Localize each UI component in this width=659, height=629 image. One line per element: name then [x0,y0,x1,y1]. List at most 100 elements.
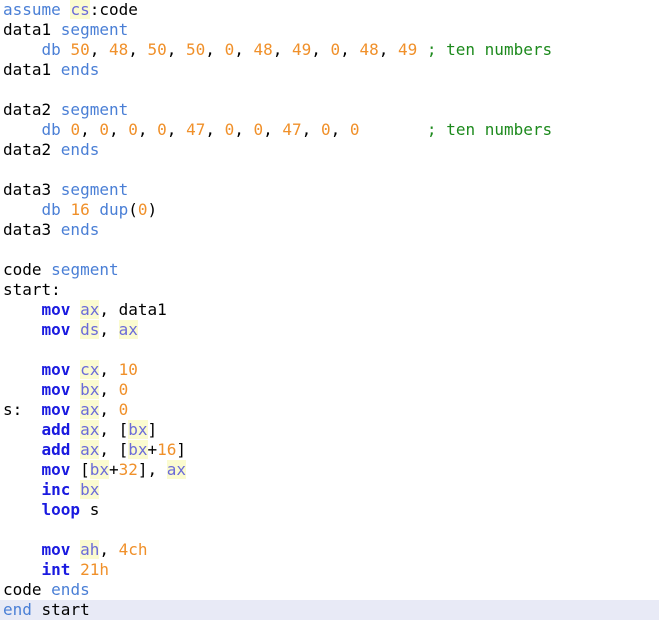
instruction-token: mov [41,380,71,399]
code-line[interactable]: add ax, [bx+16] [0,440,659,460]
code-line[interactable]: data3 ends [0,220,659,240]
keyword-token: ends [51,580,90,599]
register-token: bx [89,460,109,479]
code-line[interactable]: mov bx, 0 [0,380,659,400]
code-line[interactable]: db 16 dup(0) [0,200,659,220]
instruction-token: mov [41,360,71,379]
text-token: [ [70,460,90,479]
code-line[interactable]: int 21h [0,560,659,580]
register-token: bx [128,420,148,439]
number-token: 0 [320,120,331,139]
code-line[interactable] [0,80,659,100]
code-line[interactable] [0,340,659,360]
code-line[interactable]: data2 ends [0,140,659,160]
register-token: bx [80,380,100,399]
code-line[interactable]: s: mov ax, 0 [0,400,659,420]
code-line[interactable]: data1 ends [0,60,659,80]
code-line[interactable]: mov cx, 10 [0,360,659,380]
number-token: 48 [359,40,379,59]
number-token: 0 [224,40,235,59]
text-token: , [108,120,129,139]
register-token: cx [80,360,100,379]
code-line[interactable]: mov ah, 4ch [0,540,659,560]
text-token: , [99,320,119,339]
number-token: 0 [99,120,109,139]
text-token: , [ [99,420,129,439]
code-line[interactable]: data1 segment [0,20,659,40]
code-line[interactable]: mov ax, data1 [0,300,659,320]
text-token: , [137,120,158,139]
code-line[interactable] [0,240,659,260]
text-token: data2 [3,100,61,119]
code-line-current[interactable]: end start [0,600,659,620]
text-token: , [166,40,187,59]
instruction-token: mov [41,300,71,319]
text-token: ] [176,440,187,459]
code-line[interactable] [0,520,659,540]
register-token: ax [118,320,138,339]
code-line[interactable]: db 0, 0, 0, 0, 47, 0, 0, 47, 0, 0 ; ten … [0,120,659,140]
code-line[interactable]: mov [bx+32], ax [0,460,659,480]
code-line[interactable]: start: [0,280,659,300]
text-token: , [99,380,119,399]
text-token: , [330,120,350,139]
number-token: 0 [224,120,235,139]
code-line[interactable]: inc bx [0,480,659,500]
text-token: , [99,360,119,379]
instruction-token: mov [41,460,71,479]
number-token: 0 [253,120,264,139]
code-line[interactable]: code ends [0,580,659,600]
text-token: code [3,580,52,599]
code-line[interactable]: data3 segment [0,180,659,200]
number-token: 21h [80,560,109,579]
register-token: ah [80,540,100,559]
keyword-token: db [41,120,61,139]
number-token: 49 [397,40,418,59]
instruction-token: mov [41,320,71,339]
number-token: 0 [118,380,129,399]
code-line[interactable]: mov ds, ax [0,320,659,340]
text-token: ) [147,200,158,219]
text-token: data2 [3,140,61,159]
code-line[interactable] [0,160,659,180]
code-line[interactable]: data2 segment [0,100,659,120]
comment-token: ; ten numbers [426,40,553,59]
text-token: , [234,40,254,59]
text-token: , [272,40,292,59]
instruction-token: mov [41,540,71,559]
keyword-token: dup [99,200,129,219]
code-editor[interactable]: assume cs:code data1 segment db 50, 48, 5… [0,0,659,629]
code-line[interactable]: db 50, 48, 50, 50, 0, 48, 49, 0, 48, 49 … [0,40,659,60]
code-line[interactable]: assume cs:code [0,0,659,20]
code-line[interactable]: loop s [0,500,659,520]
keyword-token: db [41,200,61,219]
text-token: s: [3,400,42,419]
text-token: , data1 [99,300,167,319]
code-line[interactable]: add ax, [bx] [0,420,659,440]
text-token: , [311,40,331,59]
number-token: 4ch [118,540,148,559]
number-token: 48 [108,40,129,59]
register-token: cs [70,0,90,19]
text-token: data1 [3,60,61,79]
register-token: bx [128,440,148,459]
text-token: , [205,120,225,139]
text-token: , [99,400,119,419]
text-token: , [99,540,119,559]
text-token: , [340,40,360,59]
code-line[interactable]: code segment [0,260,659,280]
text-token: ], [137,460,167,479]
text-token: data1 [3,20,61,39]
instruction-token: add [41,420,71,439]
